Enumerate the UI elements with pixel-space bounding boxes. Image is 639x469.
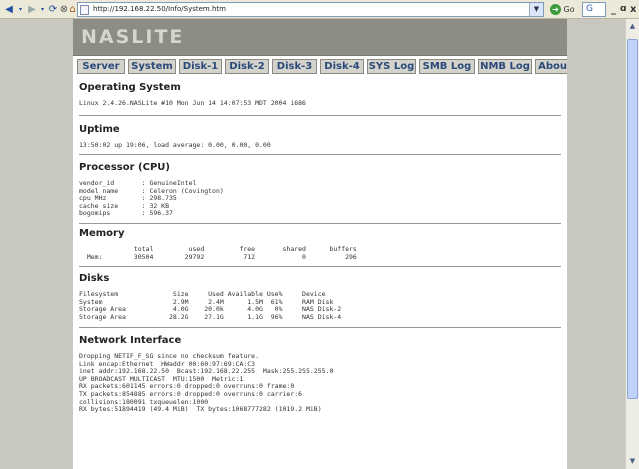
back-dropdown-icon[interactable]: ▾	[17, 2, 24, 17]
cpu-heading: Processor (CPU)	[79, 162, 170, 173]
memory-heading: Memory	[79, 228, 125, 239]
scroll-down-icon[interactable]: ▼	[626, 455, 639, 468]
nav-bar: Server System Disk-1 Disk-2 Disk-3 Disk-…	[73, 56, 567, 77]
naslite-logo: NASLITE	[81, 26, 185, 48]
nav-disk-4-button[interactable]: Disk-4	[320, 59, 364, 74]
cpu-text: vendor_id : GenuineIntel model name : Ce…	[79, 179, 224, 218]
restore-icon[interactable]: ɑ	[620, 3, 626, 16]
nav-disk-3-button[interactable]: Disk-3	[272, 59, 317, 74]
minimize-icon[interactable]: _	[611, 3, 616, 16]
nav-about-button[interactable]: About	[535, 59, 567, 74]
divider	[79, 266, 561, 267]
scrollbar-thumb[interactable]	[627, 39, 638, 399]
home-icon[interactable]: ⌂	[68, 2, 77, 17]
page-content: NASLITE Server System Disk-1 Disk-2 Disk…	[73, 19, 567, 469]
forward-icon[interactable]: ▶	[25, 2, 39, 17]
uptime-text: 13:50:02 up 19:06, load average: 0.00, 0…	[79, 141, 271, 149]
main-content: Operating System Linux 2.4.26.NASLite #1…	[73, 81, 567, 414]
nav-disk-1-button[interactable]: Disk-1	[179, 59, 222, 74]
search-engine-icon: G	[586, 4, 593, 14]
back-icon[interactable]: ◀	[2, 2, 16, 17]
scroll-up-icon[interactable]: ▲	[626, 20, 639, 33]
go-label: Go	[563, 5, 575, 14]
memory-text: total used free shared buffers Mem: 3050…	[86, 245, 357, 261]
page-icon	[80, 5, 89, 15]
go-arrow-icon: ➜	[550, 4, 561, 15]
uptime-heading: Uptime	[79, 124, 120, 135]
os-text: Linux 2.4.26.NASLite #10 Mon Jun 14 14:0…	[79, 99, 306, 107]
disks-heading: Disks	[79, 273, 110, 284]
network-text: Dropping NETIF_F_SG since no checksum fe…	[79, 352, 334, 414]
page-header: NASLITE	[73, 19, 567, 56]
divider	[79, 327, 561, 328]
nav-disk-2-button[interactable]: Disk-2	[225, 59, 269, 74]
nav-smb-log-button[interactable]: SMB Log	[419, 59, 475, 74]
go-button[interactable]: ➜ Go	[550, 3, 575, 16]
nav-server-button[interactable]: Server	[77, 59, 125, 74]
divider	[79, 115, 561, 116]
nav-sys-log-button[interactable]: SYS Log	[367, 59, 416, 74]
browser-toolbar: ◀ ▾ ▶ ▾ ⟳ ⊗ ⌂ http://192.168.22.50/Info/…	[0, 0, 639, 19]
close-icon[interactable]: x	[630, 3, 636, 16]
disks-text: Filesystem Size Used Available Use% Devi…	[79, 290, 342, 321]
address-bar[interactable]: http://192.168.22.50/Info/System.htm ▼	[77, 2, 544, 17]
forward-dropdown-icon[interactable]: ▾	[39, 2, 46, 17]
divider	[79, 223, 561, 224]
nav-system-button[interactable]: System	[128, 59, 176, 74]
nav-nmb-log-button[interactable]: NMB Log	[478, 59, 532, 74]
address-url: http://192.168.22.50/Info/System.htm	[93, 5, 226, 13]
divider	[79, 154, 561, 155]
search-box[interactable]: G	[582, 2, 606, 17]
refresh-icon[interactable]: ⟳	[47, 2, 59, 17]
os-heading: Operating System	[79, 82, 181, 93]
vertical-scrollbar[interactable]: ▲ ▼	[625, 19, 639, 469]
network-heading: Network Interface	[79, 335, 182, 346]
address-dropdown-icon[interactable]: ▼	[529, 3, 543, 16]
